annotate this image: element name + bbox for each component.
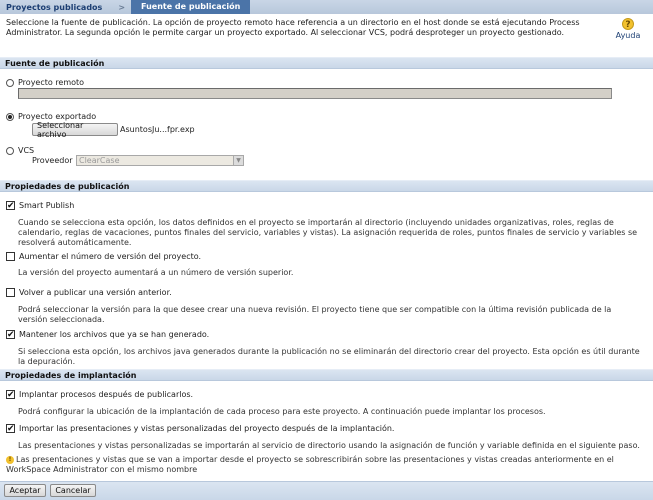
republish-version-description: Podrá seleccionar la versión para la que… bbox=[18, 305, 612, 324]
section-header-publish: Propiedades de publicación bbox=[0, 180, 653, 192]
section-header-deploy: Propiedades de implantación bbox=[0, 369, 653, 381]
smart-publish-description: Cuando se selecciona esta opción, los da… bbox=[18, 218, 638, 247]
help-label: Ayuda bbox=[615, 31, 641, 40]
warning-icon: ! bbox=[6, 455, 14, 464]
section-header-source: Fuente de publicación bbox=[0, 57, 653, 69]
accept-button[interactable]: Aceptar bbox=[4, 484, 46, 497]
help-link[interactable]: ? Ayuda bbox=[613, 18, 643, 40]
cancel-button[interactable]: Cancelar bbox=[50, 484, 96, 497]
intro-text: Seleccione la fuente de publicación. La … bbox=[6, 18, 580, 37]
select-file-button[interactable]: Seleccionar archivo bbox=[32, 121, 118, 139]
increase-version-checkbox[interactable] bbox=[6, 252, 15, 261]
remote-project-radio[interactable] bbox=[6, 78, 14, 87]
option-smart-publish: ✔ Smart Publish bbox=[6, 201, 75, 211]
remote-project-label: Proyecto remoto bbox=[18, 78, 85, 87]
chevron-down-icon: ▼ bbox=[233, 156, 243, 165]
increase-version-description: La versión del proyecto aumentará a un n… bbox=[18, 268, 294, 277]
breadcrumb-current: Fuente de publicación bbox=[131, 0, 251, 14]
option-deploy-processes: ✔ Implantar procesos después de publicar… bbox=[6, 390, 194, 400]
import-presentations-label: Importar las presentaciones y vistas per… bbox=[19, 424, 395, 433]
deploy-processes-label: Implantar procesos después de publicarlo… bbox=[19, 390, 194, 399]
option-republish-version: Volver a publicar una versión anterior. bbox=[6, 288, 172, 297]
smart-publish-checkbox[interactable]: ✔ bbox=[6, 201, 15, 211]
keep-files-label: Mantener los archivos que ya se han gene… bbox=[19, 330, 210, 339]
keep-files-description: Si selecciona esta opción, los archivos … bbox=[18, 347, 640, 366]
import-presentations-checkbox[interactable]: ✔ bbox=[6, 424, 15, 434]
increase-version-label: Aumentar el número de versión del proyec… bbox=[19, 252, 202, 261]
radio-vcs-row: VCS bbox=[6, 146, 34, 155]
footer-bar bbox=[0, 481, 653, 500]
option-keep-files: ✔ Mantener los archivos que ya se han ge… bbox=[6, 330, 210, 340]
smart-publish-label: Smart Publish bbox=[19, 201, 75, 210]
breadcrumb-parent-link[interactable]: Proyectos publicados bbox=[0, 3, 102, 12]
option-increase-version: Aumentar el número de versión del proyec… bbox=[6, 252, 201, 261]
deploy-processes-description: Podrá configurar la ubicación de la impl… bbox=[18, 407, 546, 416]
help-icon: ? bbox=[622, 18, 634, 30]
selected-file-name: AsuntosJu...fpr.exp bbox=[120, 125, 195, 134]
deploy-processes-checkbox[interactable]: ✔ bbox=[6, 390, 15, 400]
vcs-radio[interactable] bbox=[6, 146, 14, 155]
option-import-presentations: ✔ Importar las presentaciones y vistas p… bbox=[6, 424, 395, 434]
radio-remote-row: Proyecto remoto bbox=[6, 78, 84, 87]
overwrite-warning: ! Las presentaciones y vistas que se van … bbox=[6, 455, 646, 475]
provider-label: Proveedor bbox=[32, 156, 73, 165]
provider-select[interactable]: ClearCase ▼ bbox=[76, 155, 244, 166]
breadcrumb: Proyectos publicados > Fuente de publica… bbox=[0, 0, 653, 14]
republish-version-checkbox[interactable] bbox=[6, 288, 15, 297]
republish-version-label: Volver a publicar una versión anterior. bbox=[19, 288, 172, 297]
overwrite-warning-text: Las presentaciones y vistas que se van a… bbox=[6, 455, 614, 474]
remote-project-input[interactable] bbox=[18, 88, 612, 99]
provider-select-value: ClearCase bbox=[79, 156, 120, 165]
import-presentations-description: Las presentaciones y vistas personalizad… bbox=[18, 441, 640, 450]
exported-project-radio[interactable] bbox=[6, 112, 14, 121]
vcs-label: VCS bbox=[18, 146, 35, 155]
breadcrumb-separator: > bbox=[118, 2, 126, 12]
keep-files-checkbox[interactable]: ✔ bbox=[6, 330, 15, 340]
